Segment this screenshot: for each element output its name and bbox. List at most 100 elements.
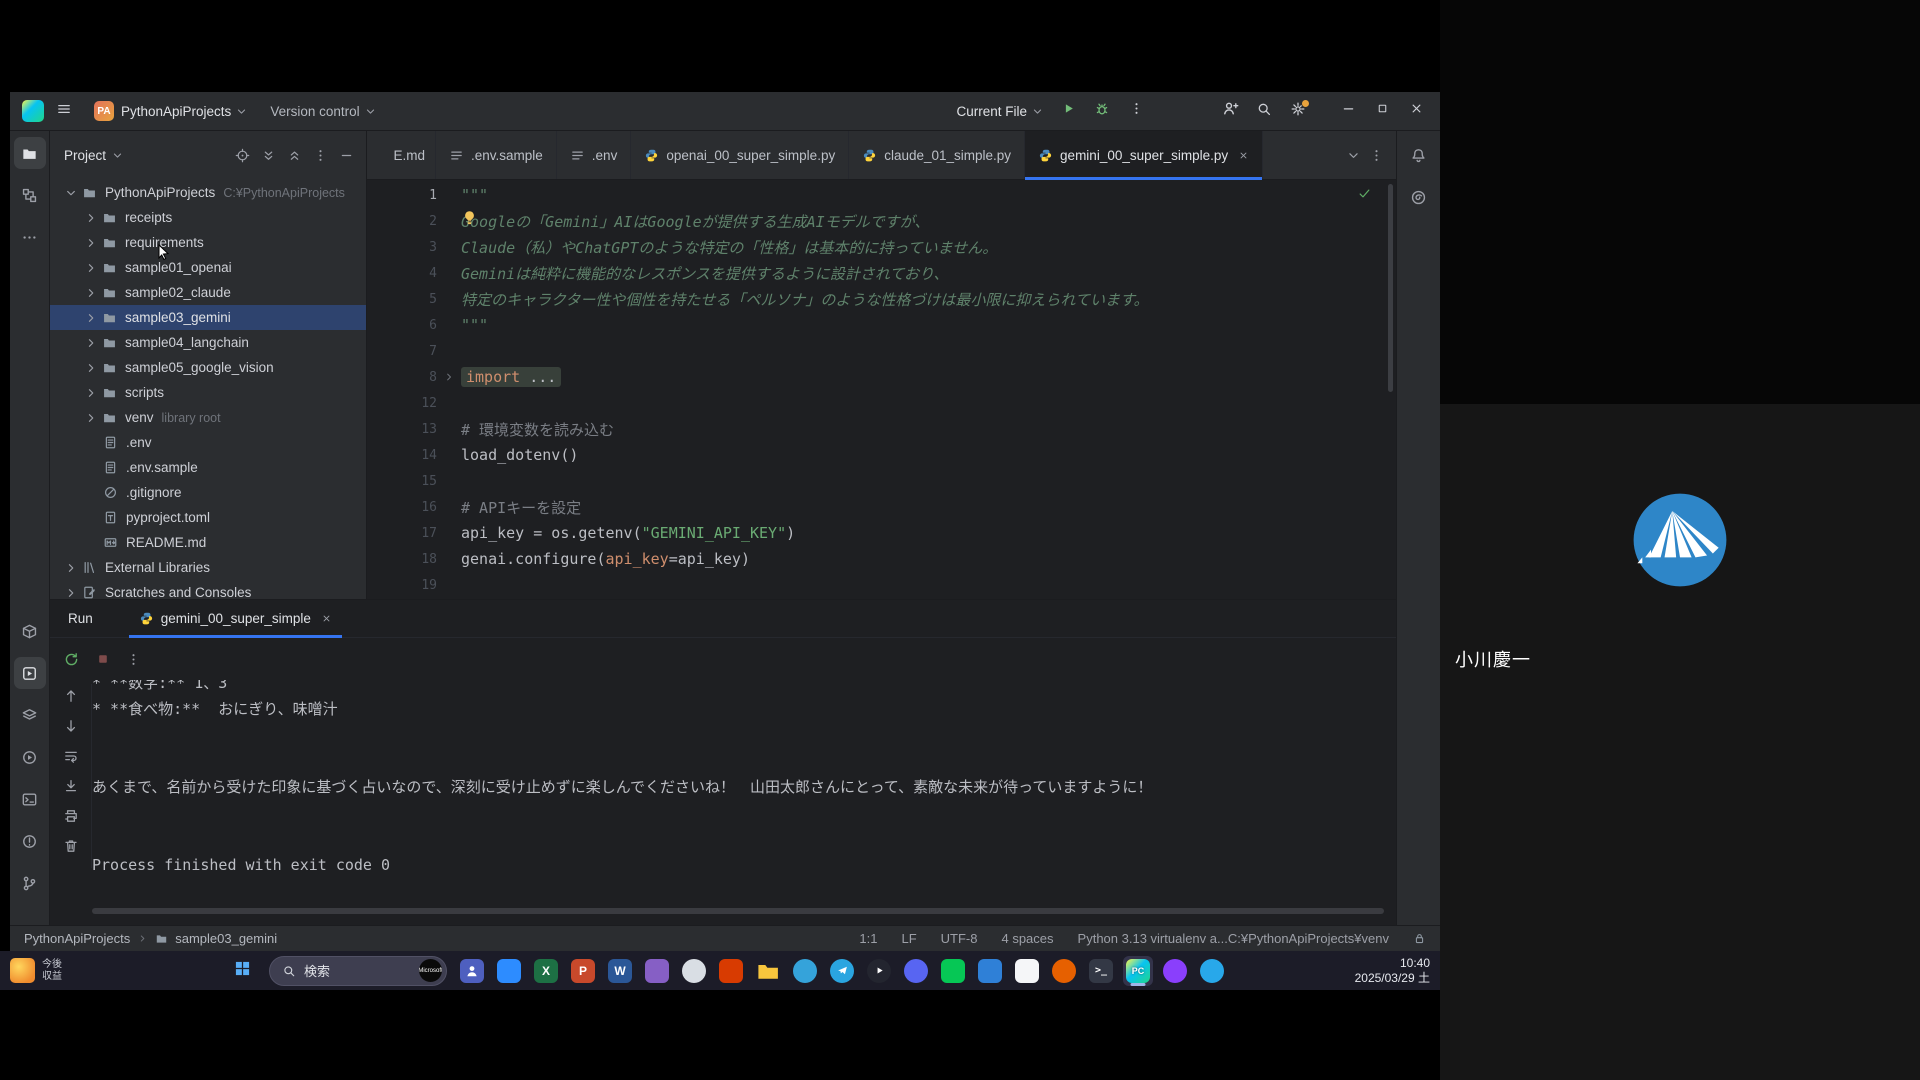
line-number[interactable]: 17: [367, 526, 437, 541]
stop-button[interactable]: [95, 651, 111, 667]
problems-tool-button[interactable]: [14, 825, 46, 857]
line-number[interactable]: 5: [367, 292, 437, 307]
tab-env-sample[interactable]: .env.sample: [436, 131, 557, 179]
terminal-tool-button[interactable]: [14, 783, 46, 815]
taskbar-app-media-player[interactable]: [864, 956, 894, 986]
down-the-stack-trace-button[interactable]: [59, 714, 83, 738]
chevron-right-icon[interactable]: [81, 411, 100, 425]
run-button[interactable]: [1052, 96, 1084, 126]
line-number[interactable]: 2: [367, 214, 437, 229]
interpreter-widget[interactable]: Python 3.13 virtualenv a...C:¥PythonApiP…: [1078, 931, 1389, 946]
editor[interactable]: 1"""2Googleの「Gemini」AIはGoogleが提供する生成AIモデ…: [367, 180, 1396, 599]
code-with-me-button[interactable]: [1214, 96, 1246, 126]
line-number[interactable]: 15: [367, 474, 437, 489]
taskbar-app-line[interactable]: [938, 956, 968, 986]
tree-item-venv[interactable]: venvlibrary root: [50, 405, 366, 430]
tree-item-pyproject-toml[interactable]: pyproject.toml: [50, 505, 366, 530]
tree-item-sample05-google-vision[interactable]: sample05_google_vision: [50, 355, 366, 380]
line-number[interactable]: 18: [367, 552, 437, 567]
tree-item-pythonapiprojects[interactable]: PythonApiProjectsC:¥PythonApiProjects: [50, 180, 366, 205]
taskbar-app-steam[interactable]: [679, 956, 709, 986]
editor-scrollbar[interactable]: [1388, 184, 1393, 392]
project-tool-button[interactable]: [14, 137, 46, 169]
hide-panel-button[interactable]: [334, 144, 358, 168]
taskbar-app-vscode[interactable]: [975, 956, 1005, 986]
tree-item-receipts[interactable]: receipts: [50, 205, 366, 230]
clear-all-button[interactable]: [59, 834, 83, 858]
line-number[interactable]: 6: [367, 318, 437, 333]
console-output[interactable]: * **数字:** 1、3* **食べ物:** おにぎり、味噌汁あくまで、名前か…: [92, 680, 1390, 906]
line-number[interactable]: 4: [367, 266, 437, 281]
run-options-button[interactable]: [126, 652, 141, 667]
run-configuration-selector[interactable]: Current File: [950, 96, 1050, 126]
chevron-right-icon[interactable]: [81, 386, 100, 400]
line-number[interactable]: 3: [367, 240, 437, 255]
line-number[interactable]: 19: [367, 578, 437, 593]
more-tools-tool-button[interactable]: [14, 221, 46, 253]
line-number[interactable]: 12: [367, 396, 437, 411]
tree-item-gitignore[interactable]: .gitignore: [50, 480, 366, 505]
chevron-right-icon[interactable]: [81, 286, 100, 300]
settings-button[interactable]: [1282, 96, 1314, 126]
line-number[interactable]: 13: [367, 422, 437, 437]
line-number[interactable]: 7: [367, 344, 437, 359]
chevron-right-icon[interactable]: [81, 336, 100, 350]
close-button[interactable]: [1400, 96, 1432, 126]
tree-item-sample03-gemini[interactable]: sample03_gemini: [50, 305, 366, 330]
structure-tool-button[interactable]: [14, 179, 46, 211]
version-control-tool-button[interactable]: [14, 867, 46, 899]
python-packages-tool-button[interactable]: [14, 615, 46, 647]
breadcrumb-directory[interactable]: sample03_gemini: [175, 931, 277, 946]
tree-item-external-libraries[interactable]: External Libraries: [50, 555, 366, 580]
tree-item-readme-md[interactable]: README.md: [50, 530, 366, 555]
options-button[interactable]: [308, 144, 332, 168]
taskbar-app-discord[interactable]: [901, 956, 931, 986]
hidden-tabs-button[interactable]: [1346, 148, 1361, 163]
tree-item-env[interactable]: .env: [50, 430, 366, 455]
vcs-widget[interactable]: Version control: [264, 96, 382, 126]
taskbar-app-word[interactable]: W: [605, 956, 635, 986]
console-horizontal-scrollbar[interactable]: [92, 908, 1384, 914]
taskbar-app-skype[interactable]: [1197, 956, 1227, 986]
chevron-right-icon[interactable]: [61, 586, 80, 600]
expand-all-button[interactable]: [256, 144, 280, 168]
taskbar-app-firefox[interactable]: [1049, 956, 1079, 986]
line-number[interactable]: 1: [367, 188, 437, 203]
chevron-right-icon[interactable]: [81, 211, 100, 225]
debug-button[interactable]: [1086, 96, 1118, 126]
tree-item-sample01-openai[interactable]: sample01_openai: [50, 255, 366, 280]
taskbar-app-file-explorer[interactable]: [753, 956, 783, 986]
project-panel-title[interactable]: Project: [64, 148, 106, 163]
minimize-button[interactable]: [1332, 96, 1364, 126]
tab-options-button[interactable]: [1369, 148, 1384, 163]
tab-e-md[interactable]: E.md: [367, 131, 436, 179]
inspections-status-icon[interactable]: [1357, 186, 1372, 206]
tab-claude-01-simple-py[interactable]: claude_01_simple.py: [849, 131, 1025, 179]
taskbar-app-loop[interactable]: [1160, 956, 1190, 986]
tab-gemini-00-super-simple-py[interactable]: gemini_00_super_simple.py: [1025, 131, 1263, 179]
maximize-button[interactable]: [1366, 96, 1398, 126]
line-number[interactable]: 14: [367, 448, 437, 463]
tree-item-requirements[interactable]: requirements: [50, 230, 366, 255]
taskbar-app-zoom[interactable]: [494, 956, 524, 986]
rerun-button[interactable]: [63, 651, 80, 668]
taskbar-app-teams[interactable]: [457, 956, 487, 986]
start-button[interactable]: [225, 954, 259, 988]
taskbar-app-microsoft-365[interactable]: [1012, 956, 1042, 986]
taskbar-app-telegram[interactable]: [827, 956, 857, 986]
soft-wrap-button[interactable]: [59, 744, 83, 768]
breadcrumb-project[interactable]: PythonApiProjects: [24, 931, 130, 946]
close-run-tab-icon[interactable]: [321, 613, 332, 624]
chevron-right-icon[interactable]: [81, 361, 100, 375]
caret-position-widget[interactable]: 1:1: [859, 931, 877, 946]
collapse-all-button[interactable]: [282, 144, 306, 168]
chevron-right-icon[interactable]: [61, 561, 80, 575]
taskbar-app-excel[interactable]: X: [531, 956, 561, 986]
select-opened-file-button[interactable]: [230, 144, 254, 168]
close-tab-icon[interactable]: [1238, 150, 1249, 161]
tree-item-sample04-langchain[interactable]: sample04_langchain: [50, 330, 366, 355]
tree-item-env-sample[interactable]: .env.sample: [50, 455, 366, 480]
main-menu-button[interactable]: [48, 96, 80, 126]
taskbar-widget[interactable]: 今後 収益: [10, 951, 62, 990]
fold-arrow-icon[interactable]: [437, 371, 461, 383]
